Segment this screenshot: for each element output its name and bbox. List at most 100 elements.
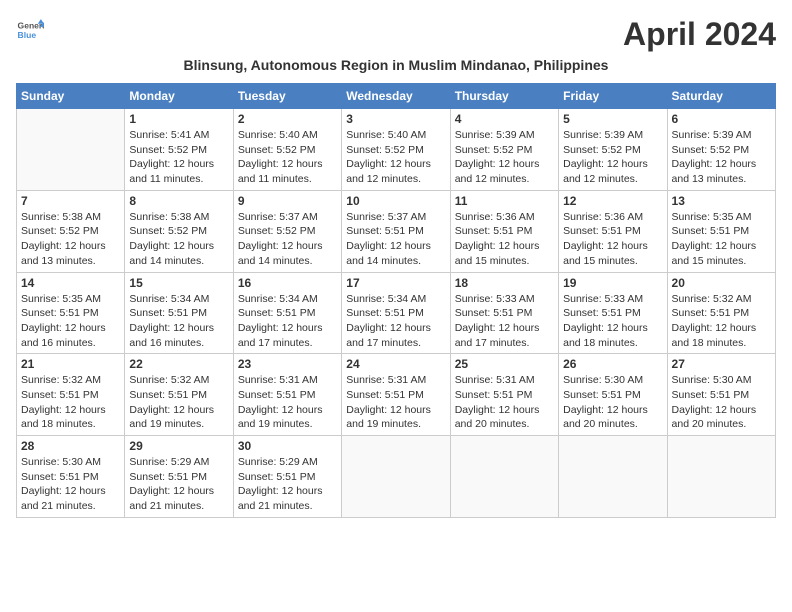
day-info: Sunrise: 5:30 AM Sunset: 5:51 PM Dayligh… [672,373,771,432]
calendar-cell: 28Sunrise: 5:30 AM Sunset: 5:51 PM Dayli… [17,436,125,518]
calendar-cell: 24 Sunrise: 5:31 AM Sunset: 5:51 PM Dayli… [342,354,450,436]
day-number: 25 [455,357,554,371]
day-info: Sunrise: 5:37 AM Sunset: 5:51 PM Dayligh… [346,210,445,269]
day-info: Sunrise: 5:35 AM Sunset: 5:51 PM Dayligh… [21,292,120,351]
calendar-cell: 4 Sunrise: 5:39 AM Sunset: 5:52 PM Daylig… [450,109,558,191]
day-number: 23 [238,357,337,371]
calendar-cell: 20 Sunrise: 5:32 AM Sunset: 5:51 PM Dayli… [667,272,775,354]
calendar-week-1: 1 Sunrise: 5:41 AM Sunset: 5:52 PM Daylig… [17,109,776,191]
calendar-cell: 5 Sunrise: 5:39 AM Sunset: 5:52 PM Daylig… [559,109,667,191]
day-number: 1 [129,112,228,126]
day-number: 3 [346,112,445,126]
day-info: Sunrise: 5:31 AM Sunset: 5:51 PM Dayligh… [346,373,445,432]
calendar-cell [667,436,775,518]
day-number: 19 [563,276,662,290]
day-number: 15 [129,276,228,290]
month-title: April 2024 [623,16,776,53]
day-info: Sunrise: 5:41 AM Sunset: 5:52 PM Dayligh… [129,128,228,187]
calendar-cell: 6 Sunrise: 5:39 AM Sunset: 5:52 PM Daylig… [667,109,775,191]
calendar-cell: 7 Sunrise: 5:38 AM Sunset: 5:52 PM Daylig… [17,190,125,272]
day-number: 24 [346,357,445,371]
day-number: 20 [672,276,771,290]
day-number: 8 [129,194,228,208]
calendar-cell: 26Sunrise: 5:30 AM Sunset: 5:51 PM Dayli… [559,354,667,436]
day-number: 22 [129,357,228,371]
day-info: Sunrise: 5:36 AM Sunset: 5:51 PM Dayligh… [563,210,662,269]
day-number: 18 [455,276,554,290]
calendar-cell: 19 Sunrise: 5:33 AM Sunset: 5:51 PM Dayli… [559,272,667,354]
day-info: Sunrise: 5:40 AM Sunset: 5:52 PM Dayligh… [238,128,337,187]
calendar-cell: 22 Sunrise: 5:32 AM Sunset: 5:51 PM Dayli… [125,354,233,436]
svg-text:Blue: Blue [18,30,37,40]
day-number: 9 [238,194,337,208]
calendar-cell: 15 Sunrise: 5:34 AM Sunset: 5:51 PM Dayli… [125,272,233,354]
day-number: 13 [672,194,771,208]
weekday-header-wednesday: Wednesday [342,84,450,109]
weekday-header-friday: Friday [559,84,667,109]
day-info: Sunrise: 5:32 AM Sunset: 5:51 PM Dayligh… [672,292,771,351]
weekday-header-saturday: Saturday [667,84,775,109]
subtitle: Blinsung, Autonomous Region in Muslim Mi… [16,57,776,73]
day-info: Sunrise: 5:39 AM Sunset: 5:52 PM Dayligh… [455,128,554,187]
day-number: 21 [21,357,120,371]
calendar-header: SundayMondayTuesdayWednesdayThursdayFrid… [17,84,776,109]
day-info: Sunrise: 5:34 AM Sunset: 5:51 PM Dayligh… [346,292,445,351]
day-info: Sunrise: 5:38 AM Sunset: 5:52 PM Dayligh… [21,210,120,269]
day-info: Sunrise: 5:33 AM Sunset: 5:51 PM Dayligh… [563,292,662,351]
day-number: 4 [455,112,554,126]
calendar-week-2: 7 Sunrise: 5:38 AM Sunset: 5:52 PM Daylig… [17,190,776,272]
calendar-week-4: 21 Sunrise: 5:32 AM Sunset: 5:51 PM Dayli… [17,354,776,436]
calendar-table: SundayMondayTuesdayWednesdayThursdayFrid… [16,83,776,518]
day-number: 30 [238,439,337,453]
calendar-cell: 17 Sunrise: 5:34 AM Sunset: 5:51 PM Dayli… [342,272,450,354]
calendar-cell: 13 Sunrise: 5:35 AM Sunset: 5:51 PM Dayli… [667,190,775,272]
calendar-cell: 21 Sunrise: 5:32 AM Sunset: 5:51 PM Dayli… [17,354,125,436]
day-number: 27 [672,357,771,371]
day-number: 16 [238,276,337,290]
weekday-header-tuesday: Tuesday [233,84,341,109]
day-info: Sunrise: 5:39 AM Sunset: 5:52 PM Dayligh… [672,128,771,187]
day-number: 10 [346,194,445,208]
day-info: Sunrise: 5:35 AM Sunset: 5:51 PM Dayligh… [672,210,771,269]
calendar-cell: 25Sunrise: 5:31 AM Sunset: 5:51 PM Dayli… [450,354,558,436]
calendar-body: 1 Sunrise: 5:41 AM Sunset: 5:52 PM Daylig… [17,109,776,518]
calendar-cell: 16 Sunrise: 5:34 AM Sunset: 5:51 PM Dayli… [233,272,341,354]
day-info: Sunrise: 5:29 AM Sunset: 5:51 PM Dayligh… [129,455,228,514]
day-info: Sunrise: 5:34 AM Sunset: 5:51 PM Dayligh… [129,292,228,351]
calendar-cell: 1 Sunrise: 5:41 AM Sunset: 5:52 PM Daylig… [125,109,233,191]
calendar-cell [17,109,125,191]
day-number: 28 [21,439,120,453]
calendar-cell: 11 Sunrise: 5:36 AM Sunset: 5:51 PM Dayli… [450,190,558,272]
day-number: 2 [238,112,337,126]
calendar-cell: 18 Sunrise: 5:33 AM Sunset: 5:51 PM Dayli… [450,272,558,354]
day-info: Sunrise: 5:34 AM Sunset: 5:51 PM Dayligh… [238,292,337,351]
day-number: 6 [672,112,771,126]
weekday-header-thursday: Thursday [450,84,558,109]
day-info: Sunrise: 5:31 AM Sunset: 5:51 PM Dayligh… [238,373,337,432]
calendar-week-5: 28Sunrise: 5:30 AM Sunset: 5:51 PM Dayli… [17,436,776,518]
day-info: Sunrise: 5:29 AM Sunset: 5:51 PM Dayligh… [238,455,337,514]
page-header: General Blue April 2024 [16,16,776,53]
day-number: 11 [455,194,554,208]
day-info: Sunrise: 5:40 AM Sunset: 5:52 PM Dayligh… [346,128,445,187]
day-number: 29 [129,439,228,453]
calendar-cell [559,436,667,518]
day-number: 26 [563,357,662,371]
calendar-cell: 14Sunrise: 5:35 AM Sunset: 5:51 PM Dayli… [17,272,125,354]
day-info: Sunrise: 5:32 AM Sunset: 5:51 PM Dayligh… [21,373,120,432]
calendar-cell: 23 Sunrise: 5:31 AM Sunset: 5:51 PM Dayli… [233,354,341,436]
day-info: Sunrise: 5:38 AM Sunset: 5:52 PM Dayligh… [129,210,228,269]
weekday-header-sunday: Sunday [17,84,125,109]
day-info: Sunrise: 5:39 AM Sunset: 5:52 PM Dayligh… [563,128,662,187]
day-info: Sunrise: 5:37 AM Sunset: 5:52 PM Dayligh… [238,210,337,269]
day-info: Sunrise: 5:36 AM Sunset: 5:51 PM Dayligh… [455,210,554,269]
logo: General Blue [16,16,44,44]
day-number: 12 [563,194,662,208]
day-info: Sunrise: 5:33 AM Sunset: 5:51 PM Dayligh… [455,292,554,351]
day-info: Sunrise: 5:32 AM Sunset: 5:51 PM Dayligh… [129,373,228,432]
day-number: 5 [563,112,662,126]
calendar-cell [450,436,558,518]
day-number: 17 [346,276,445,290]
day-number: 7 [21,194,120,208]
logo-icon: General Blue [16,16,44,44]
